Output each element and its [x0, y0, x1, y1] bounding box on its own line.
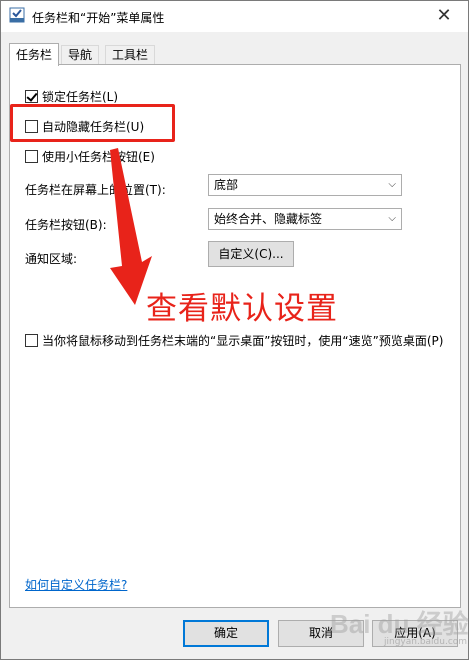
- annotation-arrow: [110, 148, 152, 305]
- watermark-url: jingyan.baidu.com: [384, 637, 468, 647]
- watermark-text: Bai du 经验: [330, 609, 469, 639]
- baidu-watermark: Bai du 经验: [330, 604, 469, 641]
- tab-taskbar[interactable]: 任务栏: [9, 43, 60, 66]
- annotation-text: 查看默认设置: [146, 291, 338, 327]
